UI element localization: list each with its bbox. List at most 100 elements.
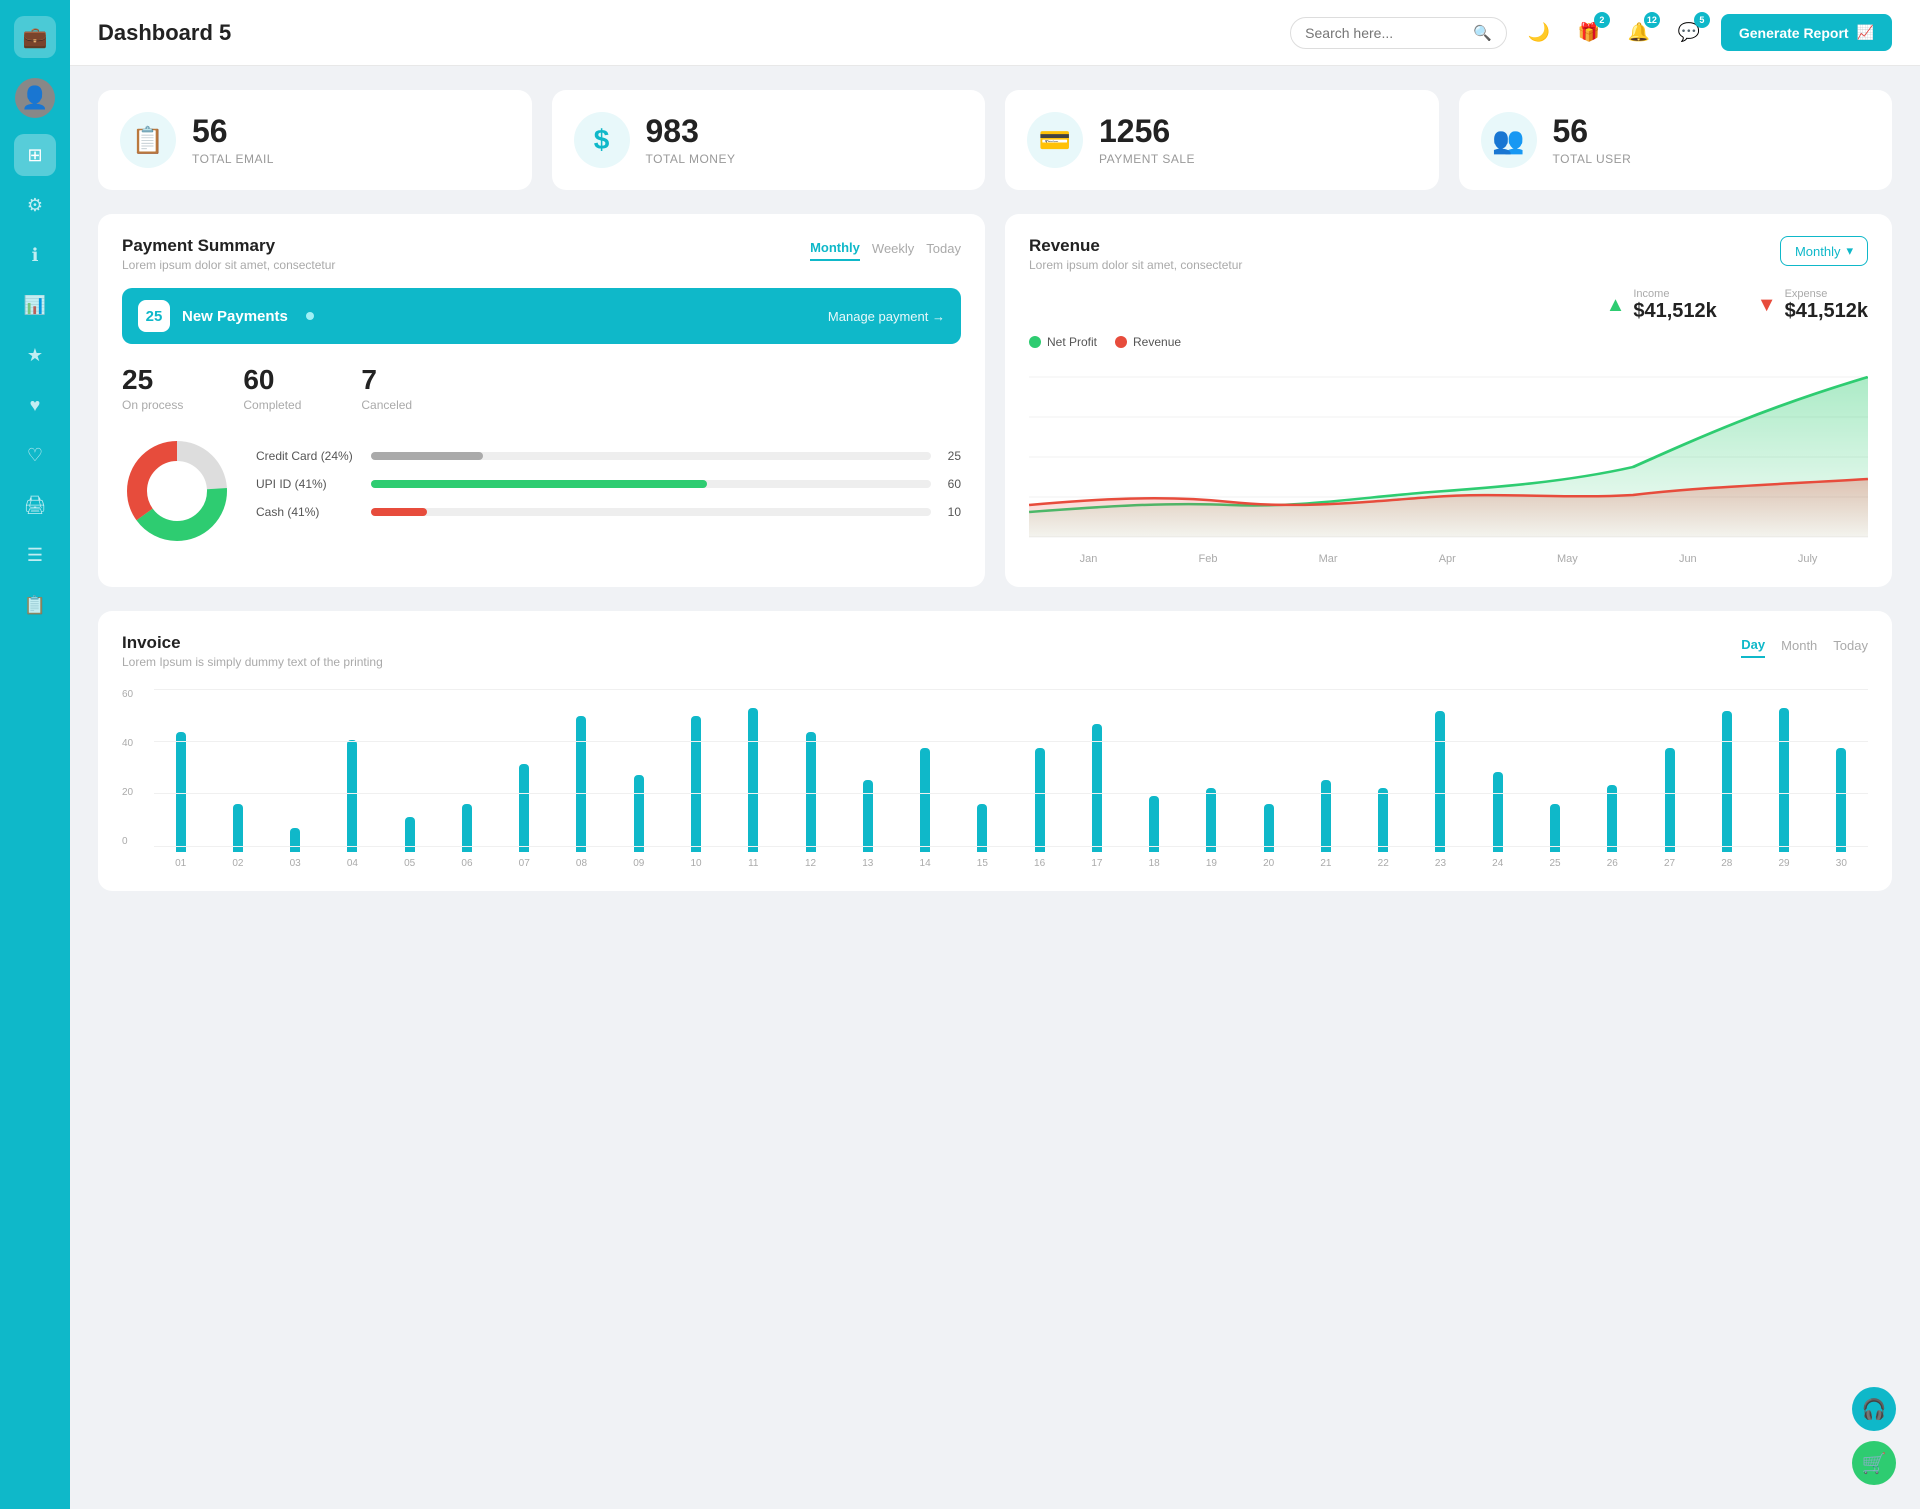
- sidebar-item-chart[interactable]: 📊: [14, 284, 56, 326]
- sidebar-item-docs[interactable]: 📋: [14, 584, 56, 626]
- revenue-chart: 120 90 60 30 0: [1029, 357, 1868, 557]
- month-jan: Jan: [1080, 553, 1098, 565]
- stat-card-money: $ 983 TOTAL MONEY: [552, 90, 986, 190]
- chart-label: 15: [977, 858, 988, 869]
- theme-toggle[interactable]: 🌙: [1521, 15, 1557, 51]
- chart-col: 20: [1242, 804, 1295, 869]
- chart-bar: [1607, 785, 1617, 852]
- sidebar-item-dashboard[interactable]: ⊞: [14, 134, 56, 176]
- canceled-block: 7 Canceled: [361, 364, 412, 412]
- search-box[interactable]: 🔍: [1290, 17, 1507, 49]
- new-payments-bar: 25 New Payments Manage payment →: [122, 288, 961, 344]
- month-july: July: [1798, 553, 1818, 565]
- support-button[interactable]: 🎧: [1852, 1387, 1896, 1431]
- chevron-down-icon: ▾: [1846, 243, 1853, 259]
- tab-today[interactable]: Today: [926, 237, 961, 260]
- chart-label: 16: [1034, 858, 1045, 869]
- legend-net-profit: Net Profit: [1029, 335, 1097, 349]
- upi-fill: [371, 480, 707, 488]
- sidebar-item-info[interactable]: ℹ: [14, 234, 56, 276]
- chart-label: 27: [1664, 858, 1675, 869]
- avatar[interactable]: 👤: [15, 78, 55, 118]
- gift-button[interactable]: 🎁 2: [1571, 15, 1607, 51]
- invoice-tab-today[interactable]: Today: [1833, 634, 1868, 657]
- email-stat-icon: 📋: [120, 112, 176, 168]
- money-stat-label: TOTAL MONEY: [646, 152, 736, 166]
- revenue-dot: [1115, 336, 1127, 348]
- payment-stat-icon: 💳: [1027, 112, 1083, 168]
- invoice-tab-month[interactable]: Month: [1781, 634, 1817, 657]
- chart-bar: [519, 764, 529, 852]
- sidebar-item-print[interactable]: 🖨: [14, 484, 56, 526]
- y-label-20: 20: [122, 787, 146, 798]
- chart-col: 15: [956, 804, 1009, 869]
- bar-row-cash: Cash (41%) 10: [256, 505, 961, 519]
- chart-col: 17: [1070, 724, 1123, 869]
- chart-bar: [1550, 804, 1560, 852]
- tab-monthly[interactable]: Monthly: [810, 236, 860, 261]
- search-input[interactable]: [1305, 25, 1465, 41]
- user-stat-number: 56: [1553, 114, 1632, 149]
- chart-col: 19: [1185, 788, 1238, 869]
- month-feb: Feb: [1198, 553, 1217, 565]
- chart-col: 24: [1471, 772, 1524, 869]
- chart-bar: [347, 740, 357, 852]
- chart-label: 04: [347, 858, 358, 869]
- sidebar-item-settings[interactable]: ⚙: [14, 184, 56, 226]
- revenue-title-area: Revenue Lorem ipsum dolor sit amet, cons…: [1029, 236, 1242, 272]
- expense-text: Expense $41,512k: [1785, 288, 1868, 323]
- chart-label: 28: [1721, 858, 1732, 869]
- float-buttons: 🎧 🛒: [1852, 1387, 1896, 1485]
- chart-col: 18: [1128, 796, 1181, 869]
- payment-summary-subtitle: Lorem ipsum dolor sit amet, consectetur: [122, 258, 335, 272]
- revenue-label: Revenue: [1133, 335, 1181, 349]
- chart-label: 29: [1779, 858, 1790, 869]
- email-stat-label: TOTAL EMAIL: [192, 152, 274, 166]
- expense-stat: ▼ Expense $41,512k: [1757, 288, 1868, 323]
- chart-label: 13: [862, 858, 873, 869]
- new-payments-count: 25: [138, 300, 170, 332]
- payment-summary-title: Payment Summary: [122, 236, 335, 256]
- chart-bar: [863, 780, 873, 852]
- chart-label: 22: [1378, 858, 1389, 869]
- tab-weekly[interactable]: Weekly: [872, 237, 914, 260]
- payment-stat-label: PAYMENT SALE: [1099, 152, 1195, 166]
- email-stat-text: 56 TOTAL EMAIL: [192, 114, 274, 165]
- generate-report-button[interactable]: Generate Report 📈: [1721, 14, 1892, 51]
- net-profit-label: Net Profit: [1047, 335, 1097, 349]
- manage-payment-link[interactable]: Manage payment →: [828, 309, 945, 324]
- header-right: 🔍 🌙 🎁 2 🔔 12 💬 5 Generate Report 📈: [1290, 14, 1892, 51]
- sidebar-item-heart[interactable]: ♥: [14, 384, 56, 426]
- revenue-subtitle: Lorem ipsum dolor sit amet, consectetur: [1029, 258, 1242, 272]
- revenue-monthly-btn[interactable]: Monthly ▾: [1780, 236, 1868, 266]
- chat-badge: 5: [1694, 12, 1710, 28]
- sidebar-item-list[interactable]: ☰: [14, 534, 56, 576]
- bell-button[interactable]: 🔔 12: [1621, 15, 1657, 51]
- chart-bar: [977, 804, 987, 852]
- chart-col: 12: [784, 732, 837, 869]
- chart-col: 21: [1299, 780, 1352, 869]
- cart-button[interactable]: 🛒: [1852, 1441, 1896, 1485]
- chart-col: 03: [269, 828, 322, 869]
- chat-button[interactable]: 💬 5: [1671, 15, 1707, 51]
- month-mar: Mar: [1319, 553, 1338, 565]
- chart-label: 10: [690, 858, 701, 869]
- sidebar-logo[interactable]: 💼: [14, 16, 56, 58]
- chart-bar: [462, 804, 472, 852]
- chart-col: 14: [898, 748, 951, 869]
- heart-icon: ♥: [30, 395, 41, 416]
- revenue-chart-container: 120 90 60 30 0 Jan Feb: [1029, 357, 1868, 565]
- red-area: [1029, 479, 1868, 537]
- chart-col: 13: [841, 780, 894, 869]
- sidebar-item-heart2[interactable]: ♡: [14, 434, 56, 476]
- invoice-bars: 0102030405060708091011121314151617181920…: [154, 689, 1868, 869]
- chart-col: 30: [1815, 748, 1868, 869]
- chart-col: 09: [612, 775, 665, 869]
- invoice-tab-day[interactable]: Day: [1741, 633, 1765, 658]
- chart-bar: [1264, 804, 1274, 852]
- revenue-header: Revenue Lorem ipsum dolor sit amet, cons…: [1029, 236, 1868, 272]
- payment-section: Credit Card (24%) 25 UPI ID (41%) 60: [122, 436, 961, 546]
- revenue-title: Revenue: [1029, 236, 1242, 256]
- sidebar-item-star[interactable]: ★: [14, 334, 56, 376]
- stats-row: 📋 56 TOTAL EMAIL $ 983 TOTAL MONEY 💳 125…: [98, 90, 1892, 190]
